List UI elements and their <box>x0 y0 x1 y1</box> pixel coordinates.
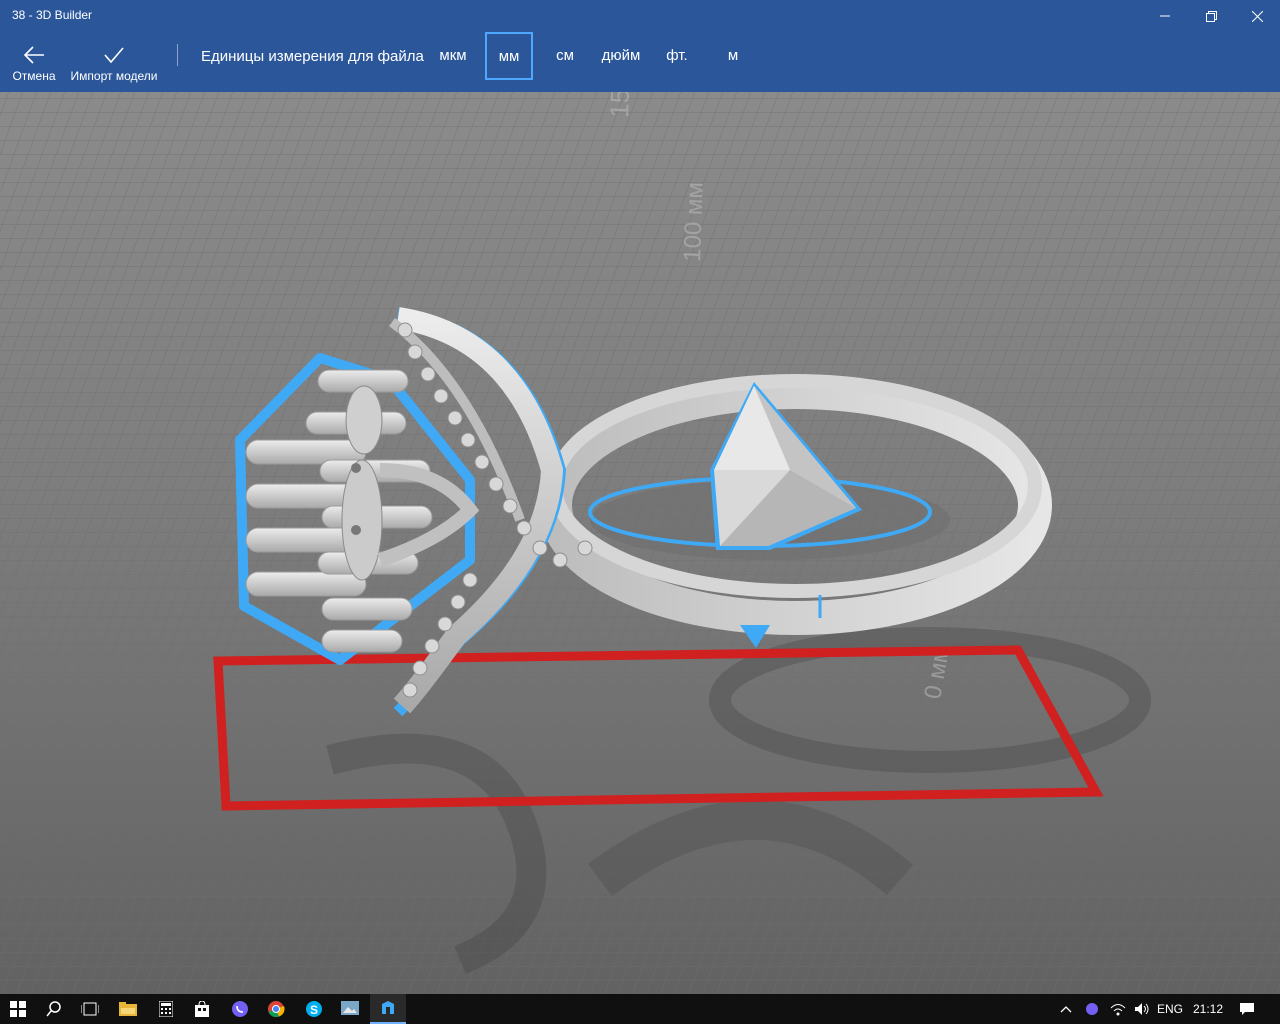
taskbar-3d-builder[interactable] <box>370 994 406 1024</box>
tray-viber[interactable] <box>1080 994 1104 1024</box>
import-model-label: Импорт модели <box>70 69 158 83</box>
viber-tray-icon <box>1086 1003 1098 1015</box>
calculator-icon <box>159 1001 173 1017</box>
tray-network[interactable] <box>1106 994 1130 1024</box>
minimize-icon <box>1160 15 1170 17</box>
file-explorer-icon <box>119 1002 137 1016</box>
taskbar-photos[interactable] <box>332 994 368 1024</box>
viber-icon <box>232 1001 248 1017</box>
3d-builder-icon <box>382 1001 394 1014</box>
restore-button[interactable] <box>1188 0 1234 32</box>
task-view-icon <box>81 1002 99 1016</box>
restore-icon <box>1205 10 1217 22</box>
search-button[interactable] <box>36 994 72 1024</box>
taskbar: S ENG 21:12 <box>0 994 1280 1024</box>
store-icon <box>195 1001 209 1017</box>
input-language[interactable]: ENG <box>1157 1002 1183 1016</box>
notification-icon <box>1240 1003 1254 1015</box>
unit-option-mm[interactable]: мм <box>485 32 533 80</box>
svg-text:S: S <box>310 1003 318 1017</box>
window-title: 38 - 3D Builder <box>12 8 93 22</box>
command-bar: Отмена Импорт модели Единицы измерения д… <box>0 32 1280 92</box>
tray-volume[interactable] <box>1130 994 1154 1024</box>
checkmark-icon <box>104 47 124 64</box>
taskbar-chrome[interactable] <box>258 994 294 1024</box>
taskbar-skype[interactable]: S <box>296 994 332 1024</box>
ruler-label-far: 150 <box>604 92 635 118</box>
unit-option-inch[interactable]: дюйм <box>596 32 646 78</box>
minimize-button[interactable] <box>1142 0 1188 32</box>
command-divider <box>177 44 178 66</box>
clock[interactable]: 21:12 <box>1193 1002 1223 1016</box>
wifi-icon <box>1110 1004 1126 1016</box>
taskbar-store[interactable] <box>184 994 220 1024</box>
unit-option-mkm[interactable]: мкм <box>432 32 474 78</box>
taskbar-viber[interactable] <box>222 994 258 1024</box>
task-view-button[interactable] <box>72 994 108 1024</box>
unit-option-ft[interactable]: фт. <box>658 32 696 78</box>
units-label: Единицы измерения для файла <box>201 48 424 65</box>
tray-overflow-button[interactable] <box>1054 994 1078 1024</box>
3d-viewport[interactable]: 150 100 мм 0 мм <box>0 92 1280 994</box>
close-icon <box>1251 10 1263 22</box>
volume-icon <box>1135 1003 1149 1015</box>
skype-icon: S <box>306 1001 322 1017</box>
action-center-button[interactable] <box>1232 994 1262 1024</box>
cancel-label: Отмена <box>12 69 56 83</box>
unit-option-m[interactable]: м <box>716 32 750 78</box>
chrome-icon <box>268 1001 285 1018</box>
chevron-up-icon <box>1060 1006 1072 1013</box>
start-icon <box>10 1001 26 1017</box>
taskbar-file-explorer[interactable] <box>110 994 146 1024</box>
title-bar: 38 - 3D Builder <box>0 0 1280 32</box>
ruler-label-mid: 100 мм <box>679 182 709 263</box>
cancel-button[interactable]: Отмена <box>8 32 60 92</box>
import-model-button[interactable]: Импорт модели <box>66 32 162 92</box>
start-button[interactable] <box>0 994 36 1024</box>
photos-icon <box>341 1001 359 1015</box>
close-button[interactable] <box>1234 0 1280 32</box>
back-arrow-icon <box>23 46 44 64</box>
scene-canvas[interactable]: 150 100 мм 0 мм <box>0 92 1280 994</box>
search-icon <box>46 1001 61 1017</box>
unit-option-cm[interactable]: см <box>546 32 584 78</box>
taskbar-calculator[interactable] <box>148 994 184 1024</box>
